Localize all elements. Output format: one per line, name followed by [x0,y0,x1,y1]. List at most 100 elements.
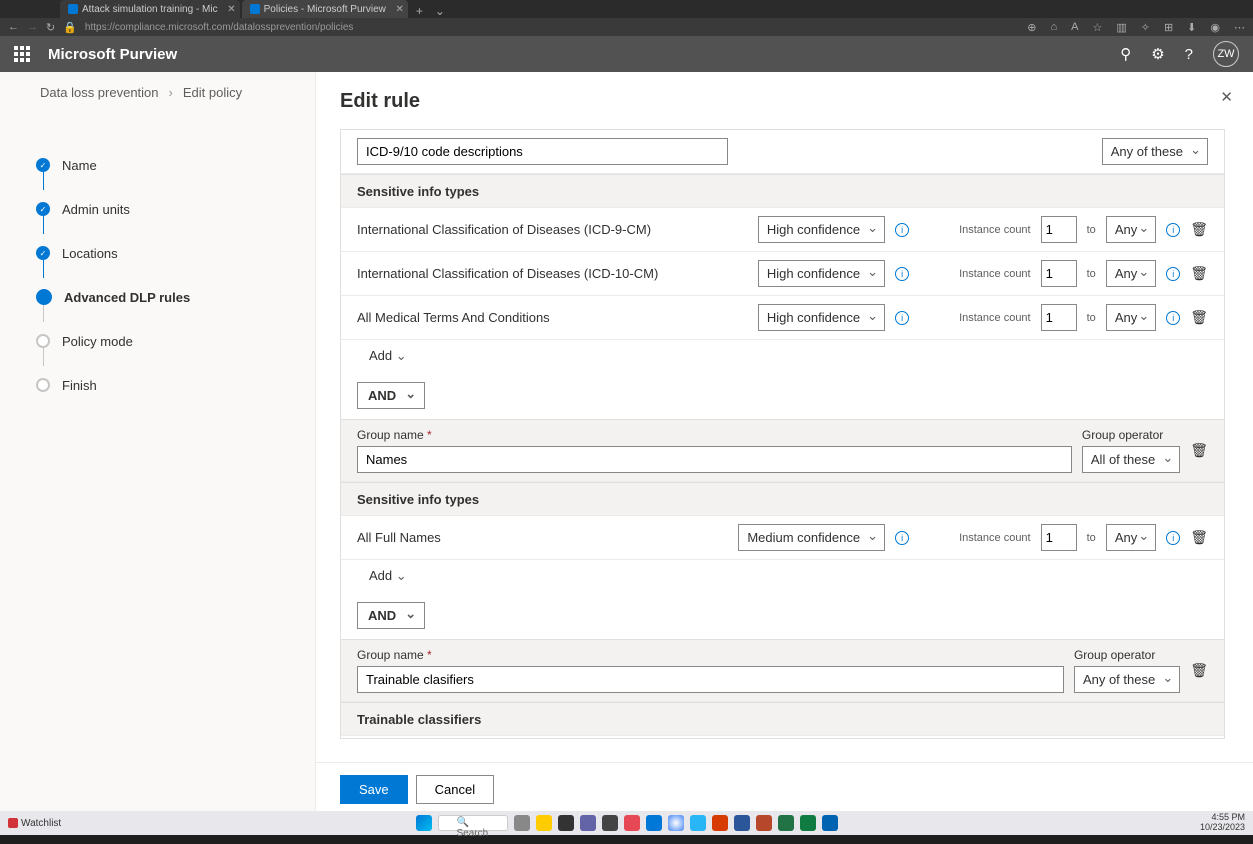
start-icon[interactable] [416,815,432,831]
step-name[interactable]: Name [36,144,315,186]
help-icon[interactable]: ? [1185,46,1193,63]
excel-icon[interactable] [778,815,794,831]
group-operator-select[interactable]: Any of these [1102,138,1208,165]
favorite-icon[interactable]: ☆ [1092,21,1102,34]
extensions-icon[interactable]: ⊞ [1164,21,1173,34]
delete-icon[interactable]: 🗑 [1190,442,1208,459]
reading-icon[interactable]: ✧ [1141,21,1150,34]
back-icon[interactable]: ← [8,21,19,33]
group-name-input[interactable] [357,446,1072,473]
home-icon[interactable]: ⌂ [1050,21,1057,34]
edge-icon[interactable] [690,815,706,831]
app-icon[interactable] [602,815,618,831]
windows-taskbar[interactable]: Watchlist 🔍 Search 4:55 PM 10/23/2023 [0,811,1253,835]
account-icon[interactable]: ◉ [1210,21,1220,34]
gear-icon[interactable]: ⚙ [1151,45,1164,63]
shield-icon [250,4,260,14]
browser-tab[interactable]: Attack simulation training - Mic✕ [60,0,240,18]
app-icon[interactable] [822,815,838,831]
classifier-row: Healthcare🗑 [341,736,1224,739]
forward-icon: → [27,21,38,33]
step-advanced-dlp-rules[interactable]: Advanced DLP rules [36,276,315,318]
address-bar[interactable]: https://compliance.microsoft.com/datalos… [85,22,1019,33]
group-operator-select[interactable]: All of these [1082,446,1180,473]
instance-from-input[interactable] [1041,304,1077,331]
app-icon[interactable] [558,815,574,831]
refresh-icon[interactable]: ↻ [46,21,55,34]
more-icon[interactable]: ⋯ [1234,21,1245,34]
breadcrumb-parent[interactable]: Data loss prevention [40,85,159,100]
zoom-icon[interactable]: ⊕ [1027,21,1036,34]
instance-to-select[interactable]: Any [1106,524,1156,551]
step-locations[interactable]: Locations [36,232,315,274]
step-admin-units[interactable]: Admin units [36,188,315,230]
info-icon[interactable]: i [895,267,909,281]
delete-icon[interactable]: 🗑 [1190,265,1208,282]
delete-icon[interactable]: 🗑 [1190,221,1208,238]
delete-icon[interactable]: 🗑 [1190,529,1208,546]
instance-from-input[interactable] [1041,216,1077,243]
teams-icon[interactable] [580,815,596,831]
logic-operator-select[interactable]: AND [357,602,425,629]
taskbar-search[interactable]: 🔍 Search [438,815,508,831]
add-sit-button[interactable]: Add [369,568,407,583]
sit-row: All Medical Terms And Conditions High co… [341,296,1224,340]
powerpoint-icon[interactable] [756,815,772,831]
app-launcher-icon[interactable] [14,46,30,62]
explorer-icon[interactable] [536,815,552,831]
group-name-label: Group name * [357,428,1072,442]
delete-icon[interactable]: 🗑 [1190,662,1208,679]
confidence-select[interactable]: Medium confidence [738,524,885,551]
cancel-button[interactable]: Cancel [416,775,494,804]
task-view-icon[interactable] [514,815,530,831]
word-icon[interactable] [734,815,750,831]
close-panel-icon[interactable]: ✕ [1220,88,1233,106]
browser-tab[interactable]: Policies - Microsoft Purview✕ [242,0,408,18]
instance-from-input[interactable] [1041,524,1077,551]
collections-icon[interactable]: ▥ [1116,21,1126,34]
info-icon[interactable]: i [895,531,909,545]
section-header-tc: Trainable classifiers [341,702,1224,736]
info-icon[interactable]: i [1166,531,1180,545]
office-icon[interactable] [712,815,728,831]
close-icon[interactable]: ✕ [395,4,403,15]
info-icon[interactable]: i [1166,267,1180,281]
group-name-input[interactable] [357,666,1064,693]
sync-icon[interactable]: A [1071,21,1078,34]
rule-editor-scroll[interactable]: Any of these Sensitive info types Intern… [340,129,1225,739]
instance-from-input[interactable] [1041,260,1077,287]
delete-icon[interactable]: 🗑 [1190,309,1208,326]
group-operator-select[interactable]: Any of these [1074,666,1180,693]
step-finish[interactable]: Finish [36,364,315,406]
sit-row: All Full Names Medium confidence i Insta… [341,516,1224,560]
group-name-input[interactable] [357,138,728,165]
save-button[interactable]: Save [340,775,408,804]
info-icon[interactable]: i [895,311,909,325]
confidence-select[interactable]: High confidence [758,216,885,243]
close-icon[interactable]: ✕ [227,4,235,15]
edge-icon[interactable] [646,815,662,831]
confidence-select[interactable]: High confidence [758,260,885,287]
step-policy-mode[interactable]: Policy mode [36,320,315,362]
sit-name: All Medical Terms And Conditions [357,310,748,325]
info-icon[interactable]: i [895,223,909,237]
excel-icon[interactable] [800,815,816,831]
instance-to-select[interactable]: Any [1106,304,1156,331]
group-operator-label: Group operator [1082,428,1180,442]
info-icon[interactable]: i [1166,311,1180,325]
info-icon[interactable]: i [1166,223,1180,237]
instance-to-select[interactable]: Any [1106,260,1156,287]
connector-icon[interactable]: ⚲ [1120,45,1131,63]
instance-to-select[interactable]: Any [1106,216,1156,243]
tab-menu-icon[interactable]: ⌄ [429,4,451,18]
system-clock[interactable]: 4:55 PM 10/23/2023 [1200,813,1245,833]
watchlist-widget[interactable]: Watchlist [8,818,61,829]
confidence-select[interactable]: High confidence [758,304,885,331]
new-tab-button[interactable]: + [410,4,429,18]
download-icon[interactable]: ⬇ [1187,21,1196,34]
user-avatar[interactable]: ZW [1213,41,1239,67]
chrome-icon[interactable] [668,815,684,831]
add-sit-button[interactable]: Add [369,348,407,363]
logic-operator-select[interactable]: AND [357,382,425,409]
app-icon[interactable] [624,815,640,831]
